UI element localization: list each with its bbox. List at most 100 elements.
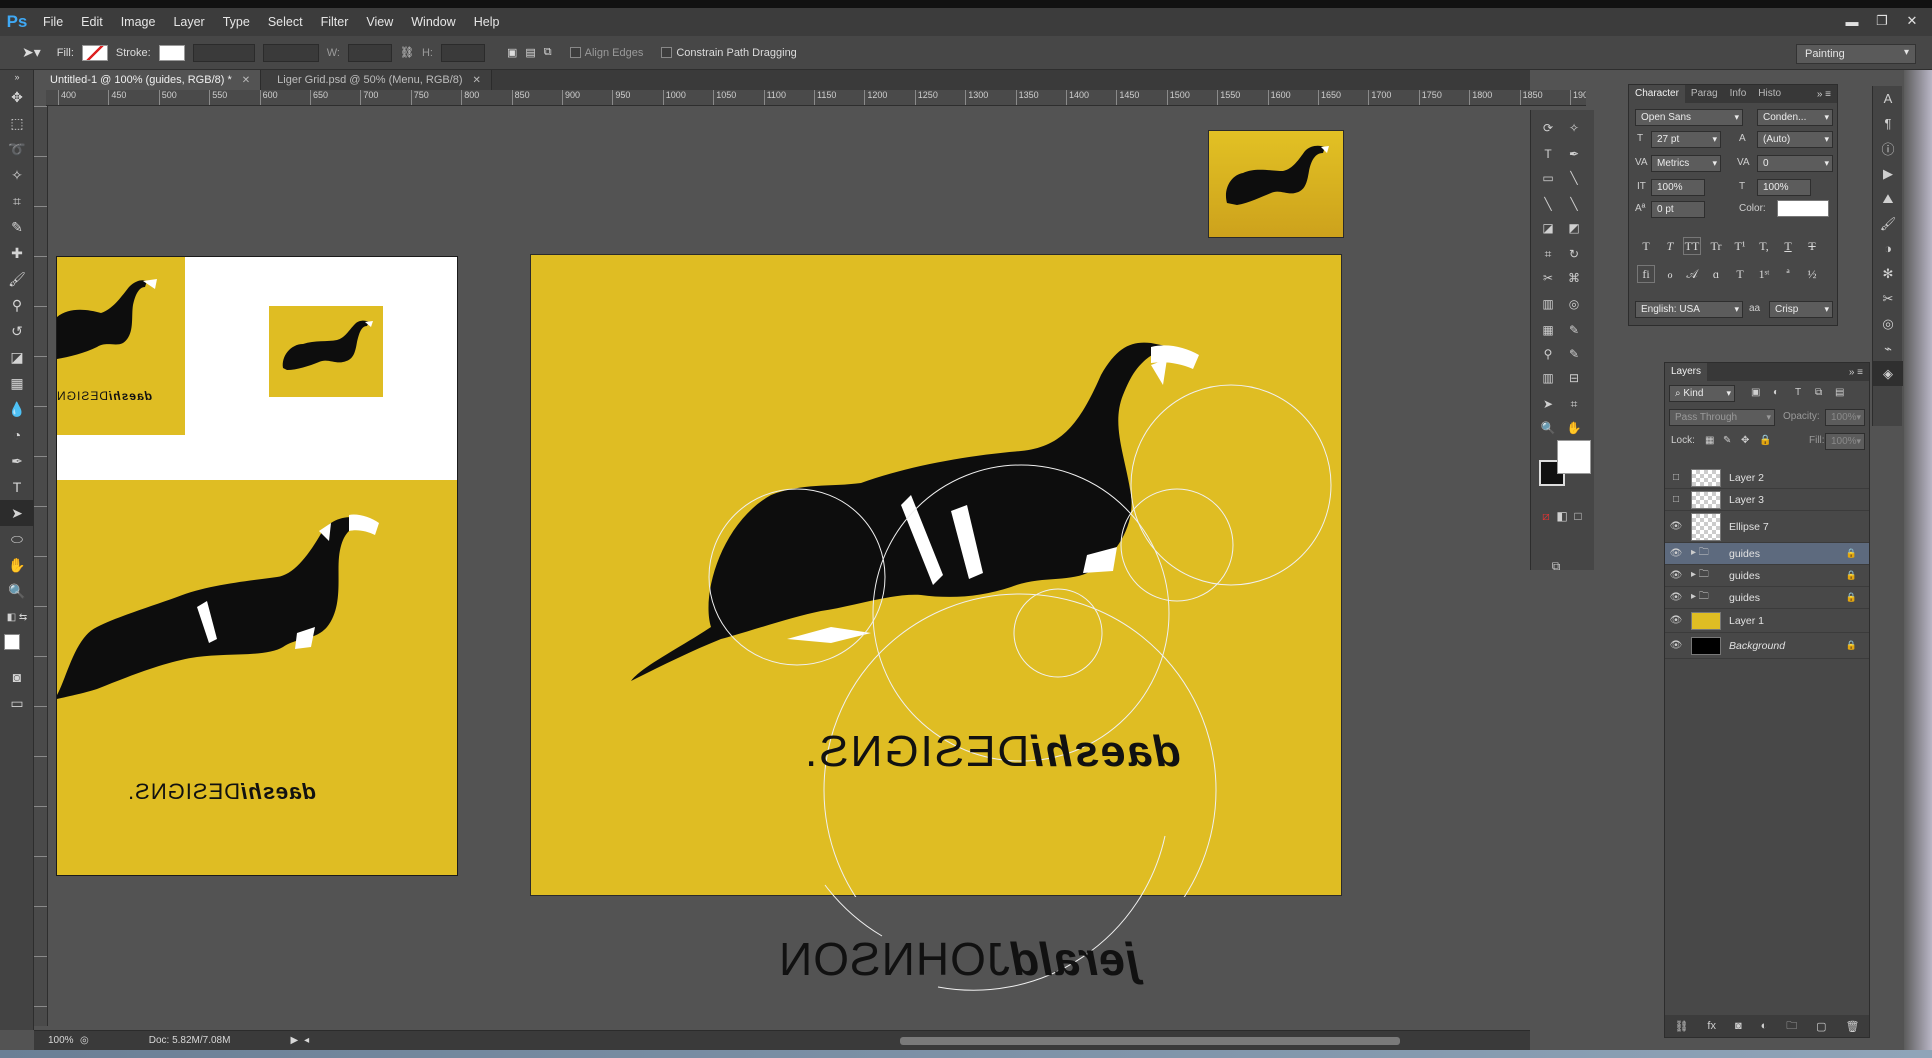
type-icon[interactable]: T [1537,144,1559,164]
menu-window[interactable]: Window [402,15,464,29]
clone-stamp-tool-icon[interactable]: ⚲ [0,292,34,318]
paragraph-panel-icon[interactable]: ¶ [1873,111,1903,136]
quick-mask-icon[interactable]: ◙ [0,664,34,690]
clone-icon[interactable]: ⚲ [1537,344,1559,364]
brush-icon[interactable]: ╲ [1537,194,1559,214]
path-select-icon[interactable]: ➤ [1537,394,1559,414]
menu-type[interactable]: Type [214,15,259,29]
status-info-icon[interactable]: ◎ [80,1035,89,1046]
contextual-icon[interactable]: 1ˢᵗ [1755,265,1773,283]
screen-mode-icon[interactable]: ▭ [0,690,34,716]
rectangle-icon[interactable]: ▭ [1537,168,1559,188]
eye-icon[interactable]: 👁 [1665,521,1687,532]
font-style-select[interactable]: Conden... [1757,109,1833,126]
filter-type-icon[interactable]: T [1795,387,1801,398]
add-mask-icon[interactable]: ◙ [1735,1020,1742,1032]
eye-icon[interactable]: 👁 [1665,615,1687,626]
lock-all-icon[interactable]: 🔒 [1759,435,1771,446]
eyedropper-tool-icon[interactable]: ✎ [0,214,34,240]
close-icon[interactable]: ✕ [242,75,250,86]
filter-pixel-icon[interactable]: ▣ [1751,387,1760,398]
lock-position-icon[interactable]: ✥ [1741,435,1749,446]
text-color-swatch[interactable] [1777,200,1829,217]
panel-collapse-icon[interactable]: » [0,70,34,84]
ordinals-icon[interactable]: ª [1779,265,1797,283]
strikethrough-button[interactable]: T [1803,237,1821,255]
fill-field[interactable]: 100% [1825,433,1865,450]
eye-icon[interactable]: 👁 [1665,640,1687,651]
layer-row[interactable]: 👁 ▸ 🗀 guides 🔒 [1665,543,1869,565]
tracking-select[interactable]: 0 [1757,155,1833,172]
dodge-tool-icon[interactable]: ◔ [0,422,34,448]
blend-mode-select[interactable]: Pass Through [1669,409,1775,426]
layer-row[interactable]: 👁 Layer 1 [1665,609,1869,633]
menu-view[interactable]: View [357,15,402,29]
artboard-icon[interactable]: ⌗ [1563,394,1585,414]
zoom-tool-icon[interactable]: 🔍 [0,578,34,604]
small-caps-button[interactable]: Tr [1707,237,1725,255]
left-artboard[interactable]: daeshiDESIGNS daeshiDESIGNS. [56,256,458,876]
path-alignment-icon[interactable]: ▤ [525,46,535,59]
font-family-select[interactable]: Open Sans [1635,109,1743,126]
font-size-field[interactable]: 27 pt [1651,131,1721,148]
histogram-icon[interactable]: ▥ [1537,294,1559,314]
background-eraser-icon[interactable]: ◩ [1563,218,1585,238]
zoom-level[interactable]: 100% [34,1035,80,1046]
tab-info[interactable]: Info [1724,85,1753,103]
delete-layer-icon[interactable]: 🗑 [1846,1020,1860,1033]
warp-icon[interactable]: ⌘ [1563,268,1585,288]
lock-transparent-icon[interactable]: ▦ [1705,435,1714,446]
brush-tool-icon[interactable]: 🖌 [0,266,34,292]
pen-icon[interactable]: ✒ [1563,144,1585,164]
gradient-tool-icon[interactable]: ▦ [0,370,34,396]
styles-panel-icon[interactable]: ✻ [1873,261,1903,286]
eye-icon[interactable]: 👁 [1665,592,1687,603]
zoom-icon[interactable]: 🔍 [1537,418,1559,438]
layers-panel-icon[interactable]: ◈ [1873,361,1903,386]
ellipse-tool-icon[interactable]: ⬭ [0,526,34,552]
rotate-icon[interactable]: ↻ [1563,244,1585,264]
tab-liger-grid[interactable]: Liger Grid.psd @ 50% (Menu, RGB/8) ✕ [261,70,492,90]
visibility-toggle[interactable]: □ [1665,472,1687,483]
opacity-field[interactable]: 100% [1825,409,1865,426]
filter-shape-icon[interactable]: ⧉ [1815,387,1822,398]
lasso-tool-icon[interactable]: ➰ [0,136,34,162]
menu-select[interactable]: Select [259,15,312,29]
old-style-icon[interactable]: ℴ [1661,265,1679,283]
eraser-icon[interactable]: ◪ [1537,218,1559,238]
close-icon[interactable]: ✕ [1898,10,1926,32]
pen-tool-icon[interactable]: ✒ [0,448,34,474]
menu-file[interactable]: File [34,15,72,29]
kerning-select[interactable]: Metrics [1651,155,1721,172]
faux-bold-button[interactable]: T [1637,237,1655,255]
link-layers-icon[interactable]: ⛓ [1674,1020,1688,1033]
underline-button[interactable]: T [1779,237,1797,255]
scroll-left-icon[interactable]: ◂ [304,1035,309,1046]
menu-layer[interactable]: Layer [164,15,213,29]
path-operations-icon[interactable]: ▣ [507,46,517,59]
layer-row[interactable]: □ Layer 3 [1665,489,1869,511]
constrain-path-checkbox[interactable]: Constrain Path Dragging [661,47,797,59]
tab-character[interactable]: Character [1629,85,1685,103]
horizontal-ruler[interactable]: 400 450 500 550 600 650 700 750 800 850 900 950 1000… [46,90,1586,106]
crop-tool-icon[interactable]: ⌗ [0,188,34,214]
restore-icon[interactable]: ❐ [1868,10,1896,32]
navigator-icon[interactable]: ◎ [1563,294,1585,314]
lock-image-icon[interactable]: ✎ [1723,435,1731,446]
ligatures-icon[interactable]: fi [1637,265,1655,283]
slice-icon[interactable]: ✂ [1537,268,1559,288]
path-selection-tool-icon[interactable]: ➤▾ [22,44,41,61]
stylistic-icon[interactable]: ɑ [1707,265,1725,283]
language-select[interactable]: English: USA [1635,301,1743,318]
height-field[interactable] [440,43,485,62]
layer-row[interactable]: 👁 ▸ 🗀 guides 🔒 [1665,565,1869,587]
history-brush-tool-icon[interactable]: ↺ [0,318,34,344]
titling-icon[interactable]: T [1731,265,1749,283]
all-caps-button[interactable]: TT [1683,237,1701,255]
tab-history[interactable]: Histo [1752,85,1787,103]
menu-edit[interactable]: Edit [72,15,112,29]
menu-help[interactable]: Help [465,15,509,29]
fractions-icon[interactable]: ½ [1803,265,1821,283]
info-panel-icon[interactable]: ⓘ [1873,136,1903,161]
channels-panel-icon[interactable]: ◎ [1873,311,1903,336]
